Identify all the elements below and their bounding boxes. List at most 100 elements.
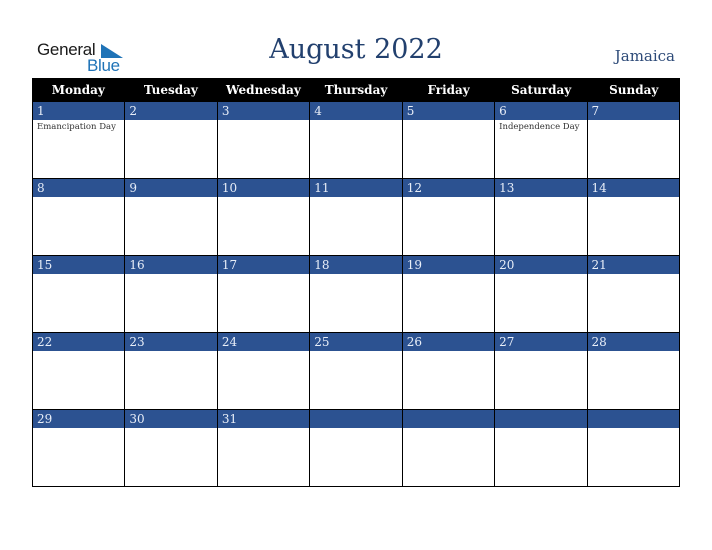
day-number	[495, 410, 587, 428]
holiday-label	[125, 274, 216, 276]
day-number: 28	[587, 333, 679, 351]
day-number: 5	[402, 102, 495, 120]
holiday-label	[218, 120, 309, 122]
holiday-label	[403, 428, 494, 430]
day-cell[interactable]: 7	[587, 102, 680, 179]
day-cell[interactable]	[495, 410, 588, 487]
day-cell[interactable]	[587, 410, 680, 487]
day-cell[interactable]: 9	[125, 179, 218, 256]
day-cell[interactable]: 12	[402, 179, 496, 256]
holiday-label	[495, 197, 586, 199]
day-cell[interactable]	[310, 410, 403, 487]
day-cell[interactable]: 8	[33, 179, 126, 256]
day-number: 17	[217, 256, 310, 274]
holiday-label	[495, 351, 586, 353]
day-cell[interactable]: 20	[495, 256, 588, 333]
holiday-label	[495, 428, 586, 430]
day-cell[interactable]: 18	[310, 256, 403, 333]
weekday-monday: Monday	[51, 83, 105, 97]
weekday-thursday: Thursday	[324, 83, 388, 97]
day-cell[interactable]: 2	[125, 102, 218, 179]
week-row: 1 Emancipation Day 2 3 4 5 6 Independence Day 7	[32, 102, 680, 179]
day-number	[587, 410, 679, 428]
day-cell[interactable]: 16	[125, 256, 218, 333]
holiday-label: Independence Day	[499, 122, 580, 132]
day-number: 25	[310, 333, 402, 351]
holiday-label	[310, 351, 401, 353]
day-cell[interactable]: 22	[33, 333, 126, 410]
weekday-friday: Friday	[427, 83, 470, 97]
day-number: 15	[33, 256, 125, 274]
day-number: 14	[587, 179, 679, 197]
day-cell[interactable]: 21	[587, 256, 680, 333]
week-row: 29 30 31	[32, 410, 680, 487]
day-cell[interactable]: 19	[402, 256, 496, 333]
day-number: 12	[402, 179, 495, 197]
day-cell[interactable]: 23	[125, 333, 218, 410]
day-number: 20	[495, 256, 587, 274]
day-cell[interactable]: 10	[217, 179, 311, 256]
day-number: 27	[495, 333, 587, 351]
day-number: 3	[217, 102, 310, 120]
day-cell[interactable]: 30	[125, 410, 218, 487]
day-number: 22	[33, 333, 125, 351]
day-cell[interactable]: 14	[587, 179, 680, 256]
holiday-label	[218, 351, 309, 353]
calendar-title: August 2022	[269, 34, 443, 65]
holiday-label	[588, 274, 679, 276]
day-cell[interactable]: 27	[495, 333, 588, 410]
day-cell[interactable]: 3	[217, 102, 311, 179]
calendar-grid: Monday Tuesday Wednesday Thursday Friday…	[32, 78, 680, 487]
holiday-label	[33, 351, 124, 353]
day-cell[interactable]: 28	[587, 333, 680, 410]
day-number: 29	[33, 410, 125, 428]
day-cell[interactable]: 11	[310, 179, 403, 256]
day-cell[interactable]: 1 Emancipation Day	[33, 102, 126, 179]
day-cell[interactable]: 31	[217, 410, 311, 487]
holiday-label	[310, 197, 401, 199]
day-number: 16	[125, 256, 217, 274]
day-number: 7	[587, 102, 679, 120]
day-cell[interactable]: 15	[33, 256, 126, 333]
day-cell[interactable]: 26	[402, 333, 496, 410]
holiday-label: Emancipation Day	[37, 122, 116, 132]
holiday-label	[403, 197, 494, 199]
day-cell[interactable]: 25	[310, 333, 403, 410]
weekday-header-row: Monday Tuesday Wednesday Thursday Friday…	[32, 78, 680, 102]
weekday-sunday: Sunday	[609, 83, 659, 97]
day-cell[interactable]: 13	[495, 179, 588, 256]
holiday-label	[33, 428, 124, 430]
holiday-label	[403, 120, 494, 122]
day-number	[310, 410, 402, 428]
holiday-label	[33, 197, 124, 199]
day-cell[interactable]: 24	[217, 333, 311, 410]
day-number: 9	[125, 179, 217, 197]
day-number: 2	[125, 102, 217, 120]
holiday-label	[125, 120, 216, 122]
day-number: 31	[217, 410, 310, 428]
holiday-label	[310, 274, 401, 276]
day-number: 1	[33, 102, 125, 120]
day-number: 13	[495, 179, 587, 197]
day-number	[402, 410, 495, 428]
day-cell[interactable]: 4	[310, 102, 403, 179]
holiday-label	[125, 197, 216, 199]
day-number: 8	[33, 179, 125, 197]
day-number: 23	[125, 333, 217, 351]
holiday-label	[588, 428, 679, 430]
day-cell[interactable]: 6 Independence Day	[495, 102, 588, 179]
holiday-label	[310, 120, 401, 122]
holiday-label	[403, 351, 494, 353]
holiday-label	[125, 428, 216, 430]
day-number: 10	[217, 179, 310, 197]
day-cell[interactable]	[402, 410, 496, 487]
day-cell[interactable]: 5	[402, 102, 496, 179]
day-number: 19	[402, 256, 495, 274]
week-row: 15 16 17 18 19 20 21	[32, 256, 680, 333]
holiday-label	[218, 197, 309, 199]
weekday-wednesday: Wednesday	[226, 83, 301, 97]
day-cell[interactable]: 29	[33, 410, 126, 487]
day-number: 26	[402, 333, 495, 351]
day-cell[interactable]: 17	[217, 256, 311, 333]
day-number: 24	[217, 333, 310, 351]
